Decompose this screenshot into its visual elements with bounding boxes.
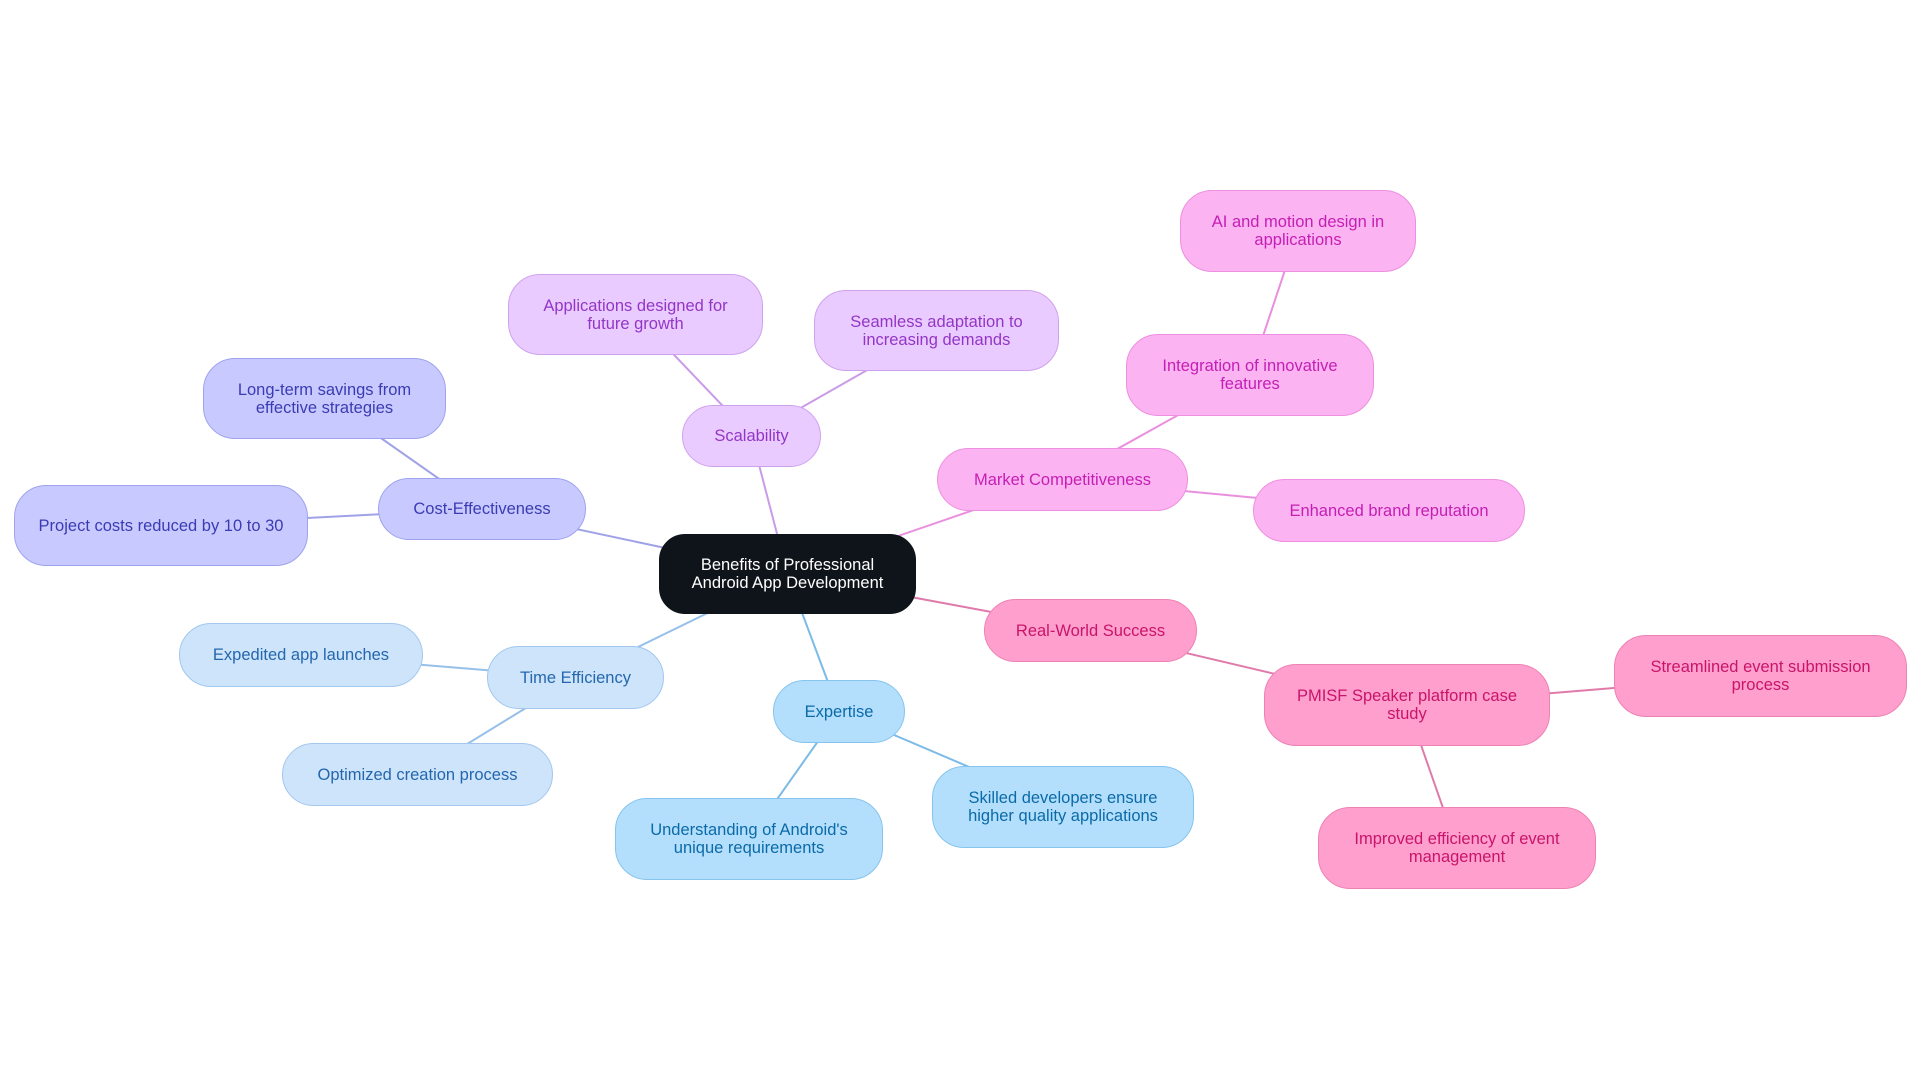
android-requirements-label: Understanding of Android's unique requir… [650,821,848,857]
optimized-process-node[interactable]: Optimized creation process [282,743,553,806]
improved-efficiency-node[interactable]: Improved efficiency of event management [1318,807,1596,889]
future-growth-label: Applications designed for future growth [543,296,728,333]
long-term-savings-label: Long-term savings from effective strateg… [237,380,412,417]
scalability-node[interactable]: Scalability [682,405,821,467]
brand-reputation-node[interactable]: Enhanced brand reputation [1253,479,1525,542]
streamlined-submission-label: Streamlined event submission process [1650,658,1871,694]
seamless-adaptation-label: Seamless adaptation to increasing demand… [850,312,1023,349]
streamlined-submission-node[interactable]: Streamlined event submission process [1614,635,1907,717]
project-costs-reduced-node[interactable]: Project costs reduced by 10 to 30 [14,485,308,566]
cost-effectiveness-node[interactable]: Cost-Effectiveness [378,478,586,540]
seamless-adaptation-node[interactable]: Seamless adaptation to increasing demand… [814,290,1059,371]
real-world-success-node[interactable]: Real-World Success [984,599,1197,662]
expedited-launches-label: Expedited app launches [212,646,390,664]
scalability-label: Scalability [714,427,789,445]
time-efficiency-label: Time Efficiency [520,668,631,687]
root-node[interactable]: Benefits of Professional Android App Dev… [659,534,916,614]
improved-efficiency-label: Improved efficiency of event management [1354,830,1560,866]
innovative-features-label: Integration of innovative features [1162,357,1338,393]
real-world-success-label: Real-World Success [1015,621,1166,640]
skilled-developers-label: Skilled developers ensure higher quality… [968,789,1158,825]
ai-motion-design-node[interactable]: AI and motion design in applications [1180,190,1416,272]
root-node-label: Benefits of Professional Android App Dev… [691,556,884,592]
cost-effectiveness-label: Cost-Effectiveness [413,500,551,518]
expertise-node[interactable]: Expertise [773,680,905,743]
project-costs-reduced-label: Project costs reduced by 10 to 30 [38,516,284,535]
innovative-features-node[interactable]: Integration of innovative features [1126,334,1374,416]
android-requirements-node[interactable]: Understanding of Android's unique requir… [615,798,883,880]
pmisf-case-study-node[interactable]: PMISF Speaker platform case study [1264,664,1550,746]
skilled-developers-node[interactable]: Skilled developers ensure higher quality… [932,766,1194,848]
expedited-launches-node[interactable]: Expedited app launches [179,623,423,687]
optimized-process-label: Optimized creation process [317,765,518,784]
brand-reputation-label: Enhanced brand reputation [1289,501,1489,520]
market-competitiveness-label: Market Competitiveness [974,470,1151,489]
market-competitiveness-node[interactable]: Market Competitiveness [937,448,1188,511]
long-term-savings-node[interactable]: Long-term savings from effective strateg… [203,358,446,439]
ai-motion-design-label: AI and motion design in applications [1211,213,1385,249]
pmisf-case-study-label: PMISF Speaker platform case study [1296,687,1518,723]
expertise-label: Expertise [804,702,874,721]
future-growth-node[interactable]: Applications designed for future growth [508,274,763,355]
time-efficiency-node[interactable]: Time Efficiency [487,646,664,709]
